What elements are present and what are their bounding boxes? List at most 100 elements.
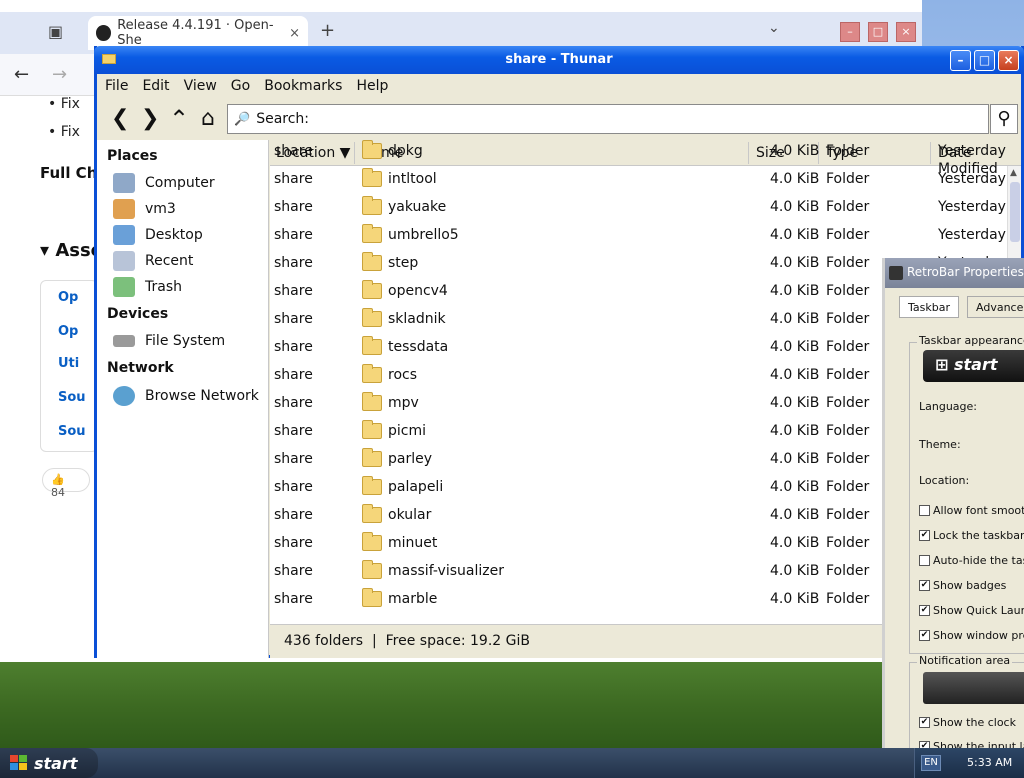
tab-advanced[interactable]: Advanced (967, 296, 1024, 318)
table-row[interactable]: share intltool 4.0 KiB Folder Yesterday (270, 166, 1010, 194)
cell-location: share (274, 535, 313, 551)
retrobar-properties-window: RetroBar Properties Taskbar Advanced Tas… (882, 258, 1024, 748)
search-input[interactable] (313, 111, 988, 127)
cell-name: parley (388, 451, 433, 467)
home-icon[interactable]: ⌂ (201, 108, 215, 130)
sidebar-item-recent[interactable]: Recent (113, 250, 193, 272)
back-icon[interactable]: ❮ (111, 108, 129, 130)
show-clock-checkbox[interactable]: ✔ Show the clock (919, 716, 1016, 729)
cell-type: Folder (826, 255, 870, 271)
folder-icon (362, 224, 382, 243)
minimize-button[interactable]: – (950, 50, 971, 71)
retrobar-option-checkbox[interactable]: Auto-hide the taskbar (919, 554, 1024, 567)
cell-type: Folder (826, 507, 870, 523)
cell-location: share (274, 171, 313, 187)
retrobar-option-checkbox[interactable]: ✔Show window previews (919, 629, 1024, 642)
cell-location: share (274, 423, 313, 439)
cell-name: massif-visualizer (388, 563, 504, 579)
table-row[interactable]: share yakuake 4.0 KiB Folder Yesterday (270, 194, 1010, 222)
start-button[interactable]: start (0, 748, 98, 778)
menu-bookmarks[interactable]: Bookmarks (264, 78, 342, 94)
drive-icon (113, 335, 135, 347)
scrollbar-thumb[interactable] (1010, 182, 1020, 242)
browser-minimize-button[interactable]: – (840, 22, 860, 42)
search-label: Search: (256, 111, 310, 127)
search-bar[interactable]: 🔎 Search: (227, 104, 989, 134)
sidebar-item-filesystem[interactable]: File System (113, 330, 225, 352)
cell-size: 4.0 KiB (770, 311, 820, 327)
cell-type: Folder (826, 423, 870, 439)
folder-icon (362, 280, 382, 299)
table-row[interactable]: share umbrello5 4.0 KiB Folder Yesterday (270, 222, 1010, 250)
cell-size: 4.0 KiB (770, 507, 820, 523)
cell-type: Folder (826, 311, 870, 327)
tab-taskbar[interactable]: Taskbar (899, 296, 959, 318)
table-row[interactable]: share dpkg 4.0 KiB Folder Yesterday (270, 140, 1010, 166)
cell-name: yakuake (388, 199, 447, 215)
input-language-indicator[interactable]: EN (921, 755, 941, 771)
cell-size: 4.0 KiB (770, 227, 820, 243)
cell-type: Folder (826, 451, 870, 467)
cell-type: Folder (826, 339, 870, 355)
location-label: Location: (919, 474, 970, 487)
cell-location: share (274, 143, 313, 159)
checkbox-checked-icon: ✔ (919, 741, 930, 748)
sidebar-toggle-icon[interactable]: ▣ (48, 22, 70, 42)
back-arrow-icon[interactable]: ← (14, 64, 29, 85)
cell-date: Yesterday (938, 199, 1006, 215)
cell-type: Folder (826, 367, 870, 383)
asset-link[interactable]: Op (58, 290, 78, 305)
show-input-language-checkbox[interactable]: ✔ Show the input language (919, 740, 1024, 748)
notification-preview (923, 672, 1024, 704)
tab-close-icon[interactable]: × (289, 26, 300, 41)
folder-icon (362, 168, 382, 187)
network-icon (113, 386, 135, 406)
retrobar-option-checkbox[interactable]: Allow font smoothing (919, 504, 1024, 517)
sidebar-item-home[interactable]: vm3 (113, 198, 176, 220)
menu-help[interactable]: Help (356, 78, 388, 94)
forward-icon[interactable]: ❯ (141, 108, 159, 130)
sidebar-item-desktop[interactable]: Desktop (113, 224, 203, 246)
folder-icon (362, 476, 382, 495)
tab-list-chevron-icon[interactable]: ⌄ (768, 20, 780, 36)
asset-link[interactable]: Sou (58, 390, 86, 405)
retrobar-option-checkbox[interactable]: ✔Show Quick Launch (919, 604, 1024, 617)
search-small-icon: 🔎 (234, 111, 251, 127)
browser-close-button[interactable]: × (896, 22, 916, 42)
parent-folder-icon[interactable]: ⌃ (169, 107, 189, 131)
sidebar-item-computer[interactable]: Computer (113, 172, 215, 194)
asset-link[interactable]: Sou (58, 424, 86, 439)
browser-tab[interactable]: Release 4.4.191 · Open-She × (88, 16, 308, 50)
toolbar: ❮ ❯ ⌃ ⌂ 🔎 Search: ⚲ (97, 98, 1021, 140)
menu-view[interactable]: View (184, 78, 217, 94)
asset-link[interactable]: Uti (58, 356, 79, 371)
forward-arrow-icon[interactable]: → (52, 64, 67, 85)
retrobar-option-checkbox[interactable]: ✔ Lock the taskbar (919, 529, 1024, 542)
folder-icon (362, 140, 382, 159)
folder-icon (362, 308, 382, 327)
maximize-button[interactable]: □ (974, 50, 995, 71)
clock[interactable]: 5:33 AM (967, 756, 1012, 769)
browser-maximize-button[interactable]: □ (868, 22, 888, 42)
retrobar-option-checkbox[interactable]: ✔ Show badges (919, 579, 1006, 592)
retrobar-titlebar[interactable]: RetroBar Properties (885, 258, 1024, 288)
menu-go[interactable]: Go (231, 78, 250, 94)
thumbs-up-reaction[interactable]: 👍 84 (42, 468, 90, 499)
menu-file[interactable]: File (105, 78, 128, 94)
sidebar-item-trash[interactable]: Trash (113, 276, 182, 298)
cell-size: 4.0 KiB (770, 339, 820, 355)
close-button[interactable]: × (998, 50, 1019, 71)
cell-type: Folder (826, 171, 870, 187)
thunar-titlebar[interactable]: share - Thunar – □ × (94, 46, 1024, 74)
search-icon[interactable]: ⚲ (990, 104, 1018, 134)
browser-tab-title: Release 4.4.191 · Open-She (117, 18, 274, 48)
new-tab-button[interactable]: + (320, 20, 335, 41)
cell-location: share (274, 451, 313, 467)
cell-location: share (274, 339, 313, 355)
menu-edit[interactable]: Edit (142, 78, 169, 94)
scroll-up-icon[interactable]: ▲ (1010, 168, 1017, 178)
cell-size: 4.0 KiB (770, 451, 820, 467)
sidebar-item-browse-network[interactable]: Browse Network (113, 385, 259, 407)
asset-link[interactable]: Op (58, 324, 78, 339)
taskbar: start EN 5:33 AM (0, 748, 1024, 778)
